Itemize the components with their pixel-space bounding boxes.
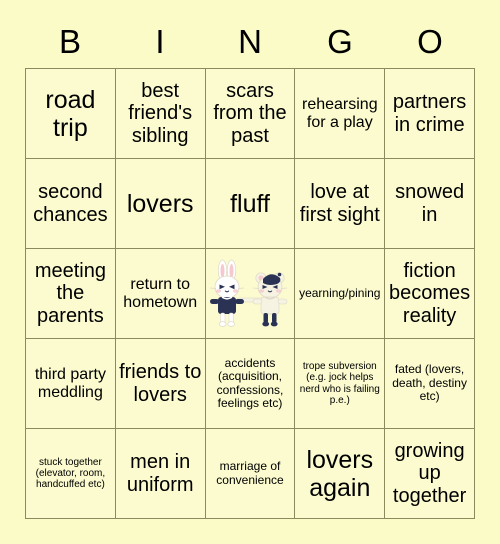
- bingo-cell-label: fluff: [230, 189, 270, 218]
- bingo-cell-label: accidents (acquisition, confessions, fee…: [216, 355, 284, 410]
- bingo-cell-label: partners in crime: [392, 91, 467, 136]
- bingo-header: B I N G O: [25, 20, 475, 64]
- bingo-cell[interactable]: rehearsing for a play: [295, 69, 386, 159]
- bingo-cell[interactable]: fluff: [205, 159, 296, 249]
- bingo-card: B I N G O road trip best friend's siblin…: [0, 0, 500, 544]
- header-letter-n: N: [238, 23, 262, 60]
- bingo-cell-label: friends to lovers: [119, 361, 202, 406]
- bingo-cell[interactable]: yearning/pining: [295, 249, 386, 339]
- bingo-cell[interactable]: marriage of convenience: [205, 429, 296, 519]
- bingo-cell-label: fiction becomes reality: [389, 259, 471, 327]
- bingo-cell-label: growing up together: [392, 439, 467, 507]
- bingo-cell[interactable]: meeting the parents: [26, 249, 116, 339]
- header-letter-o: O: [417, 23, 443, 60]
- header-letter-b: B: [58, 23, 81, 60]
- bingo-cell[interactable]: second chances: [26, 159, 116, 249]
- bingo-cell[interactable]: road trip: [26, 69, 116, 159]
- bingo-cell[interactable]: lovers again: [295, 429, 386, 519]
- bingo-cell[interactable]: friends to lovers: [115, 339, 206, 429]
- bingo-cell[interactable]: fated (lovers, death, destiny etc): [385, 339, 475, 429]
- bingo-free-space-cell[interactable]: [205, 249, 296, 339]
- bingo-cell-label: stuck together (elevator, room, handcuff…: [35, 456, 106, 491]
- bingo-cell[interactable]: partners in crime: [385, 69, 475, 159]
- bingo-cell[interactable]: lovers: [115, 159, 206, 249]
- bingo-cell[interactable]: stuck together (elevator, room, handcuff…: [26, 429, 116, 519]
- bingo-cell-label: marriage of convenience: [216, 459, 284, 487]
- bingo-cell[interactable]: growing up together: [385, 429, 475, 519]
- bingo-cell-label: yearning/pining: [299, 285, 381, 300]
- bingo-cell[interactable]: trope subversion (e.g. jock helps nerd w…: [295, 339, 386, 429]
- bingo-cell-label: lovers: [126, 189, 194, 218]
- bingo-cell-label: fated (lovers, death, destiny etc): [392, 362, 467, 404]
- bingo-cell-label: snowed in: [395, 181, 465, 226]
- bingo-grid: road trip best friend's sibling scars fr…: [25, 68, 475, 519]
- bingo-cell[interactable]: best friend's sibling: [115, 69, 206, 159]
- bingo-cell-label: third party meddling: [34, 365, 106, 401]
- bingo-cell[interactable]: fiction becomes reality: [385, 249, 475, 339]
- header-letter-i: I: [155, 23, 165, 60]
- bingo-cell-label: men in uniform: [126, 451, 194, 496]
- bingo-cell[interactable]: love at first sight: [295, 159, 386, 249]
- bingo-cell[interactable]: snowed in: [385, 159, 475, 249]
- bingo-cell-label: road trip: [45, 85, 96, 142]
- bingo-cell[interactable]: scars from the past: [205, 69, 296, 159]
- bingo-cell[interactable]: accidents (acquisition, confessions, fee…: [205, 339, 296, 429]
- bingo-cell[interactable]: men in uniform: [115, 429, 206, 519]
- bingo-cell-label: love at first sight: [299, 181, 380, 226]
- header-letter-g: G: [327, 23, 353, 60]
- bingo-cell-label: lovers again: [306, 445, 374, 502]
- bingo-cell-label: rehearsing for a play: [301, 95, 378, 131]
- bingo-cell-label: second chances: [33, 181, 108, 226]
- bingo-cell-label: meeting the parents: [34, 259, 106, 327]
- bingo-cell-label: scars from the past: [213, 79, 287, 147]
- bingo-cell[interactable]: third party meddling: [26, 339, 116, 429]
- bingo-cell-label: return to hometown: [123, 275, 198, 311]
- bingo-cell-label: trope subversion (e.g. jock helps nerd w…: [299, 361, 380, 406]
- bingo-cell[interactable]: return to hometown: [115, 249, 206, 339]
- couple-mascots-image: [207, 257, 293, 331]
- bingo-cell-label: best friend's sibling: [128, 79, 193, 147]
